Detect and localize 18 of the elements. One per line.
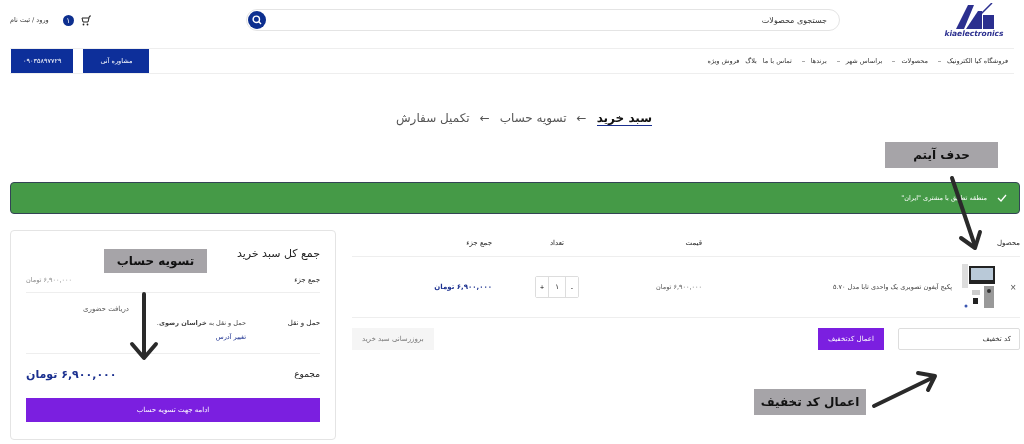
checkout-step[interactable]: تسویه حساب <box>499 111 567 125</box>
remove-button[interactable]: × <box>1006 281 1020 293</box>
step-arrow: ← <box>479 111 490 125</box>
step-arrow: ← <box>576 111 587 125</box>
annotation-label: اعمال کد تخفیف <box>754 389 866 415</box>
check-icon <box>997 194 1007 202</box>
cart-icon[interactable] <box>79 14 92 26</box>
annotation-label: حدف آیتم <box>885 142 998 168</box>
annotation-arrow <box>130 292 158 360</box>
annotation-label: تسویه حساب <box>104 249 207 273</box>
intercom-drawing <box>962 264 997 310</box>
search-field[interactable]: جستجوی محصولات <box>246 9 840 31</box>
annotation-arrow <box>872 371 937 408</box>
totals-title: جمع کل سبد خرید <box>236 246 320 262</box>
checkout-step[interactable]: سبد خرید <box>596 110 653 126</box>
total-label: مجموع <box>294 369 320 379</box>
total-value: ۶,۹۰۰,۰۰۰ تومان <box>26 367 117 381</box>
checkout-step[interactable]: تکمیل سفارش <box>395 111 470 125</box>
